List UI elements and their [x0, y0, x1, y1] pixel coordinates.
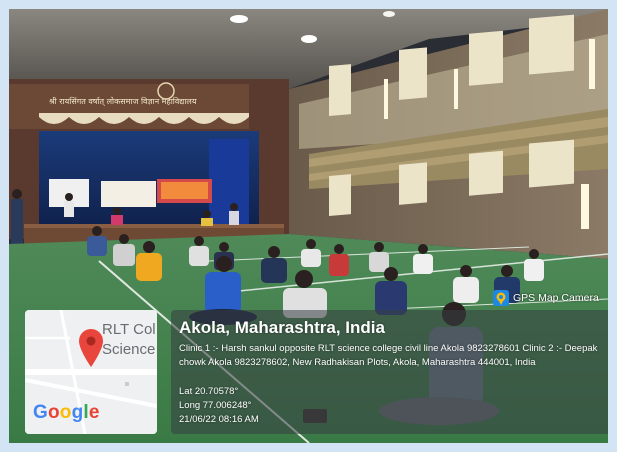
banner-center — [101, 181, 156, 207]
gps-map-camera-watermark: GPS Map Camera — [493, 289, 599, 307]
location-datetime: 21/06/22 08:16 AM — [179, 414, 259, 425]
map-label-line1: RLT Col — [102, 321, 156, 338]
photo-frame: श्री रायसिंगत वर्षात् लोकसमाज विज्ञान मह… — [9, 9, 608, 443]
location-address: Clinic 1 :- Harsh sankul opposite RLT sc… — [179, 343, 598, 368]
map-label-line2: Science — [102, 341, 156, 358]
location-longitude: Long 77.006248° — [179, 400, 252, 411]
map-pin-icon — [79, 329, 103, 367]
location-title: Akola, Maharashtra, India — [179, 318, 385, 337]
hall-banner-text: श्री रायसिंगत वर्षात् लोकसमाज विज्ञान मह… — [49, 96, 197, 107]
map-thumbnail: RLT Col Science Google — [25, 310, 157, 434]
location-latitude: Lat 20.70578° — [179, 386, 239, 397]
gps-map-camera-logo-icon — [493, 290, 509, 306]
location-info-panel: Akola, Maharashtra, India Clinic 1 :- Ha… — [171, 310, 608, 434]
google-logo: Google — [33, 402, 100, 423]
watermark-app-name: GPS Map Camera — [513, 292, 599, 304]
